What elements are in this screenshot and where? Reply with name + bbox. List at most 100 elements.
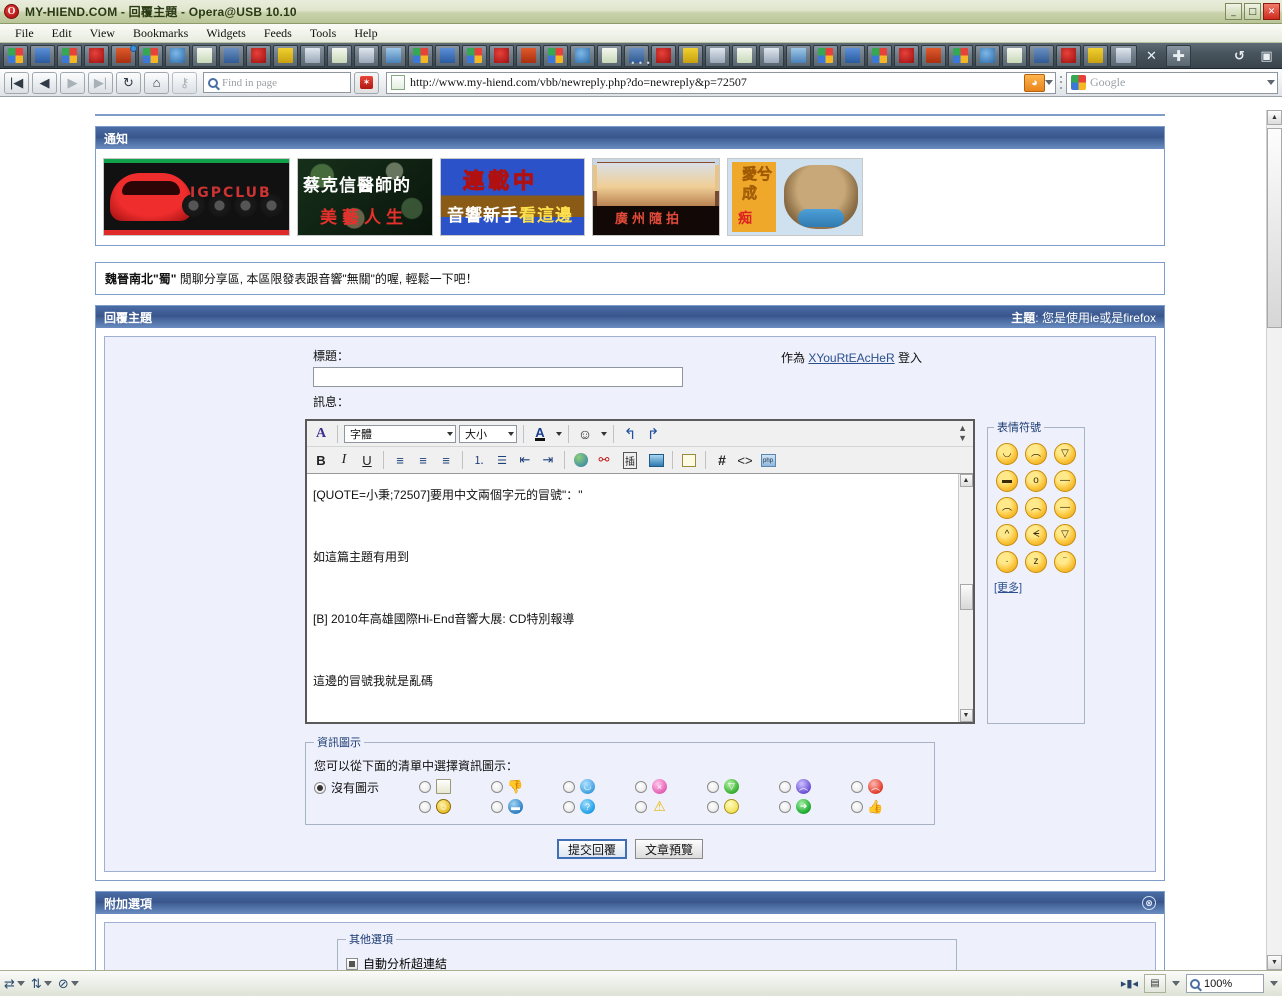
scrollbar-thumb[interactable]: [959, 584, 973, 610]
banner-igpclub[interactable]: IGPCLUB: [103, 158, 290, 236]
username-link[interactable]: XYouRtEAcHeR: [808, 351, 894, 365]
bold-icon[interactable]: B: [311, 450, 331, 470]
first-page-icon[interactable]: |◀: [4, 71, 29, 94]
tab-orange-35[interactable]: [921, 44, 946, 67]
insert-smilie-icon[interactable]: ☺: [575, 424, 595, 444]
submit-reply-button[interactable]: 提交回覆: [556, 839, 627, 859]
tab-orange-23[interactable]: [597, 44, 622, 67]
post-icon-smile[interactable]: ☺: [419, 799, 452, 814]
smilie-mad[interactable]: —: [1054, 497, 1076, 519]
find-in-page-input[interactable]: Find in page: [203, 72, 351, 93]
radio-shades[interactable]: [491, 800, 504, 813]
radio-question[interactable]: [563, 800, 576, 813]
tab-w-39[interactable]: [1029, 44, 1054, 67]
auto-parse-checkbox[interactable]: [346, 957, 358, 970]
tab-gray-31[interactable]: [813, 44, 838, 67]
tab-power-9[interactable]: [219, 44, 244, 67]
smilie-big-grin[interactable]: ▽: [1054, 524, 1076, 546]
tab-orange-28[interactable]: [732, 44, 757, 67]
smilie-frown[interactable]: ︵: [1025, 443, 1047, 465]
menu-bookmarks[interactable]: Bookmarks: [124, 25, 197, 42]
insert-picture-icon[interactable]: [646, 450, 666, 470]
close-tab-icon[interactable]: ✕: [1139, 45, 1164, 67]
tab-opera-10[interactable]: [246, 44, 271, 67]
tab-globe-17[interactable]: [435, 44, 460, 67]
tab-gray-33[interactable]: [867, 44, 892, 67]
remove-link-icon[interactable]: ⚯: [594, 450, 614, 470]
preview-post-button[interactable]: 文章預覽: [635, 839, 704, 859]
tab-orange-26[interactable]: [678, 44, 703, 67]
smilie-surprised[interactable]: o: [1025, 470, 1047, 492]
close-button[interactable]: ✕: [1263, 3, 1280, 20]
banner-guangzhou[interactable]: 廣州隨拍: [592, 158, 720, 236]
search-engine-dropdown-icon[interactable]: [1267, 80, 1275, 85]
font-color-icon[interactable]: A: [530, 424, 550, 444]
tab-blue-19[interactable]: [489, 44, 514, 67]
search-input[interactable]: Google: [1066, 71, 1278, 94]
post-icon-warning[interactable]: ⚠: [635, 798, 667, 814]
display-mode-button[interactable]: ▤: [1144, 974, 1166, 993]
tab-doc-40[interactable]: [1056, 44, 1081, 67]
radio-green-arrow[interactable]: [779, 800, 792, 813]
page-scroll-up-icon[interactable]: ▲: [1267, 110, 1282, 125]
tab-window-15[interactable]: [381, 44, 406, 67]
address-bar[interactable]: http://www.my-hiend.com/vbb/newreply.php…: [386, 71, 1056, 94]
bullet-list-icon[interactable]: ☰: [492, 450, 512, 470]
smilie-roll-eyes[interactable]: ¨: [1054, 551, 1076, 573]
outdent-icon[interactable]: ⇤: [515, 450, 535, 470]
smilie-wink[interactable]: ^: [996, 524, 1018, 546]
tab-photo-12[interactable]: [300, 44, 325, 67]
banner-serial[interactable]: 連載中 音響新手看這邊: [440, 158, 585, 236]
tab-orange-27[interactable]: [705, 44, 730, 67]
menu-help[interactable]: Help: [345, 25, 386, 42]
menu-feeds[interactable]: Feeds: [255, 25, 301, 42]
rss-feed-icon[interactable]: ◕: [1024, 73, 1045, 92]
tab-doc-8[interactable]: [192, 44, 217, 67]
banner-dog[interactable]: 愛兮成 痴: [727, 158, 863, 236]
stop-icon[interactable]: ✶: [354, 71, 379, 94]
post-icon-lightbulb[interactable]: [707, 799, 740, 814]
page-scrollbar[interactable]: ▲ ▼: [1266, 110, 1282, 970]
block-dropdown-icon[interactable]: [70, 981, 79, 986]
tab-amazon-5[interactable]: [111, 44, 137, 67]
scroll-down-icon[interactable]: ▼: [959, 709, 973, 722]
title-input[interactable]: [313, 367, 683, 387]
tab-opera-4[interactable]: [84, 44, 109, 67]
align-center-icon[interactable]: ≡: [413, 450, 433, 470]
post-icon-shades[interactable]: ▬: [491, 799, 524, 814]
tab-w-38[interactable]: [1002, 44, 1027, 67]
content-block-status[interactable]: ⊘: [58, 976, 79, 992]
post-icon-question[interactable]: ?: [563, 799, 596, 814]
trash-icon[interactable]: ↺: [1227, 45, 1252, 67]
underline-icon[interactable]: U: [357, 450, 377, 470]
radio-warning[interactable]: [635, 800, 648, 813]
font-color-dropdown-icon[interactable]: [556, 431, 562, 436]
wand-icon[interactable]: ⚷: [172, 71, 197, 94]
post-icon-none[interactable]: 沒有圖示: [314, 779, 379, 796]
tab-bars-42[interactable]: [1110, 44, 1137, 67]
tab-doc-13[interactable]: [327, 44, 352, 67]
tab-bar-handle[interactable]: • • •: [631, 58, 650, 68]
menu-view[interactable]: View: [81, 25, 124, 42]
insert-image-icon[interactable]: 插: [617, 450, 643, 470]
tab-orange-21[interactable]: [543, 44, 568, 67]
minimize-button[interactable]: _: [1225, 3, 1242, 20]
smilie-tongue[interactable]: ᗕ: [1025, 524, 1047, 546]
message-textarea[interactable]: [QUOTE=小秉;72507]要用中文兩個字元的冒號"：" 如這篇主題有用到 …: [307, 474, 973, 722]
tab-globe-7[interactable]: [165, 44, 190, 67]
quote-icon[interactable]: [679, 450, 699, 470]
font-size-select[interactable]: 大小: [459, 424, 517, 443]
transfer-status[interactable]: ⇄: [4, 976, 25, 992]
banner-cai-ke-xin[interactable]: 蔡克信醫師的 美藝人生: [297, 158, 433, 236]
forward-icon[interactable]: ▶: [60, 71, 85, 94]
post-icon-purple-unhappy[interactable]: ︵: [779, 779, 812, 794]
smilie-confused[interactable]: ︵: [1025, 497, 1047, 519]
radio-purple-unhappy[interactable]: [779, 780, 792, 793]
radio-cool[interactable]: [563, 780, 576, 793]
smilie-grin[interactable]: ▽: [1054, 443, 1076, 465]
italic-icon[interactable]: I: [334, 450, 354, 470]
indent-icon[interactable]: ⇥: [538, 450, 558, 470]
post-icon-thumbs-up[interactable]: 👍: [851, 799, 884, 814]
back-icon[interactable]: ◀: [32, 71, 57, 94]
tab-orange-20[interactable]: [516, 44, 541, 67]
